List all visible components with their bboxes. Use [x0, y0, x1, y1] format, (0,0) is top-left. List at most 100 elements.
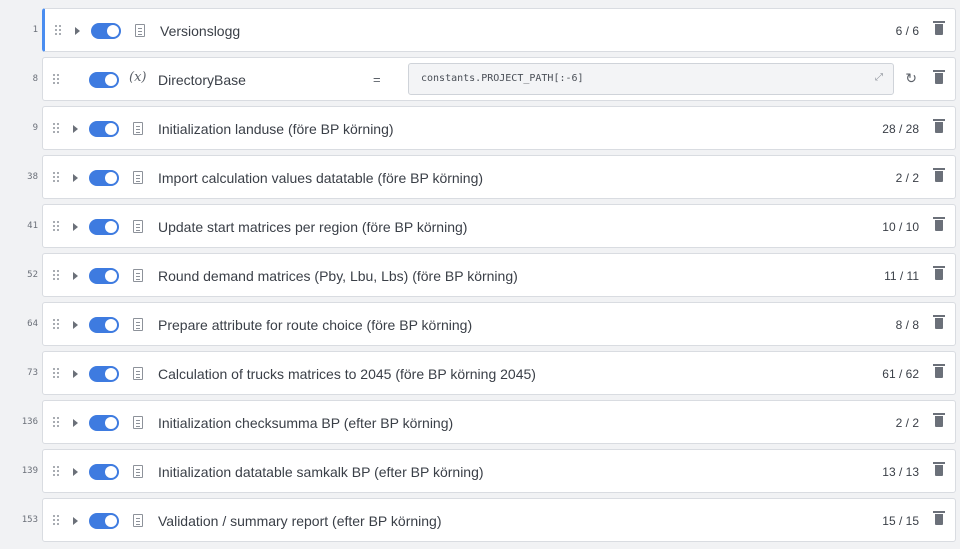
enable-toggle[interactable] — [89, 366, 119, 382]
caret-right-icon[interactable] — [73, 517, 78, 525]
step-count: 28 / 28 — [882, 122, 919, 136]
list-row: 38 Import calculation values datatable (f… — [0, 155, 960, 204]
enable-toggle[interactable] — [89, 513, 119, 529]
enable-toggle[interactable] — [89, 72, 119, 88]
line-number: 9 — [32, 123, 38, 133]
step-count: 13 / 13 — [882, 465, 919, 479]
step-card[interactable]: Initialization datatable samkalk BP (eft… — [42, 449, 956, 493]
enable-toggle[interactable] — [89, 170, 119, 186]
drag-handle-icon[interactable] — [53, 172, 61, 184]
step-title[interactable]: Initialization landuse (före BP körning) — [158, 107, 394, 151]
document-icon — [133, 367, 143, 380]
trash-icon[interactable] — [933, 119, 945, 133]
caret-right-icon[interactable] — [73, 272, 78, 280]
equals-sign: = — [373, 72, 381, 87]
variable-x-icon: (x) — [129, 70, 147, 85]
step-card[interactable]: (x) DirectoryBase = constants.PROJECT_PATH[… — [42, 57, 956, 101]
document-icon — [133, 416, 143, 429]
document-icon — [133, 465, 143, 478]
trash-icon[interactable] — [933, 266, 945, 280]
drag-handle-icon[interactable] — [53, 466, 61, 478]
trash-icon[interactable] — [933, 70, 945, 84]
step-title[interactable]: Calculation of trucks matrices to 2045 (… — [158, 352, 536, 396]
refresh-icon[interactable]: ↻ — [905, 70, 917, 87]
drag-handle-icon[interactable] — [53, 368, 61, 380]
step-title[interactable]: Update start matrices per region (före B… — [158, 205, 467, 249]
trash-icon[interactable] — [933, 462, 945, 476]
step-count: 10 / 10 — [882, 220, 919, 234]
drag-handle-icon[interactable] — [53, 74, 61, 86]
line-number: 153 — [21, 515, 38, 525]
line-number: 73 — [27, 368, 38, 378]
list-row: 73 Calculation of trucks matrices to 2045… — [0, 351, 960, 400]
step-card[interactable]: Versionslogg 6 / 6 — [42, 8, 956, 52]
line-number: 64 — [27, 319, 38, 329]
line-number: 139 — [21, 466, 38, 476]
trash-icon[interactable] — [933, 315, 945, 329]
list-row: 153 Validation / summary report (efter BP… — [0, 498, 960, 547]
step-card[interactable]: Initialization landuse (före BP körning)… — [42, 106, 956, 150]
caret-right-icon[interactable] — [73, 174, 78, 182]
enable-toggle[interactable] — [89, 415, 119, 431]
enable-toggle[interactable] — [89, 121, 119, 137]
expression-field[interactable]: constants.PROJECT_PATH[:-6] ⤢ — [408, 63, 894, 95]
step-card[interactable]: Round demand matrices (Pby, Lbu, Lbs) (f… — [42, 253, 956, 297]
step-title[interactable]: Prepare attribute for route choice (före… — [158, 303, 472, 347]
trash-icon[interactable] — [933, 413, 945, 427]
step-title[interactable]: Initialization checksumma BP (efter BP k… — [158, 401, 453, 445]
line-number: 8 — [32, 74, 38, 84]
drag-handle-icon[interactable] — [53, 515, 61, 527]
caret-right-icon[interactable] — [73, 125, 78, 133]
step-card[interactable]: Initialization checksumma BP (efter BP k… — [42, 400, 956, 444]
step-card[interactable]: Update start matrices per region (före B… — [42, 204, 956, 248]
step-title[interactable]: Round demand matrices (Pby, Lbu, Lbs) (f… — [158, 254, 518, 298]
trash-icon[interactable] — [933, 511, 945, 525]
step-card[interactable]: Calculation of trucks matrices to 2045 (… — [42, 351, 956, 395]
drag-handle-icon[interactable] — [53, 319, 61, 331]
step-card[interactable]: Import calculation values datatable (för… — [42, 155, 956, 199]
expand-icon[interactable]: ⤢ — [875, 72, 883, 83]
drag-handle-icon[interactable] — [53, 270, 61, 282]
step-card[interactable]: Validation / summary report (efter BP kö… — [42, 498, 956, 542]
document-icon — [133, 171, 143, 184]
trash-icon[interactable] — [933, 364, 945, 378]
caret-right-icon[interactable] — [73, 419, 78, 427]
drag-handle-icon[interactable] — [55, 25, 63, 37]
line-number: 52 — [27, 270, 38, 280]
caret-right-icon[interactable] — [73, 468, 78, 476]
trash-icon[interactable] — [933, 168, 945, 182]
line-number: 38 — [27, 172, 38, 182]
enable-toggle[interactable] — [89, 268, 119, 284]
step-card[interactable]: Prepare attribute for route choice (före… — [42, 302, 956, 346]
enable-toggle[interactable] — [91, 23, 121, 39]
step-title[interactable]: Initialization datatable samkalk BP (eft… — [158, 450, 484, 494]
caret-right-icon[interactable] — [73, 321, 78, 329]
line-number: 1 — [32, 25, 38, 35]
enable-toggle[interactable] — [89, 219, 119, 235]
step-count: 15 / 15 — [882, 514, 919, 528]
document-icon — [133, 318, 143, 331]
enable-toggle[interactable] — [89, 464, 119, 480]
step-count: 2 / 2 — [895, 416, 919, 430]
step-title[interactable]: DirectoryBase — [158, 58, 246, 102]
step-title[interactable]: Validation / summary report (efter BP kö… — [158, 499, 442, 543]
caret-right-icon[interactable] — [75, 27, 80, 35]
step-title[interactable]: Import calculation values datatable (för… — [158, 156, 483, 200]
caret-right-icon[interactable] — [73, 370, 78, 378]
drag-handle-icon[interactable] — [53, 221, 61, 233]
drag-handle-icon[interactable] — [53, 417, 61, 429]
list-row: 41 Update start matrices per region (före… — [0, 204, 960, 253]
caret-right-icon[interactable] — [73, 223, 78, 231]
list-row: 1 Versionslogg 6 / 6 — [0, 8, 960, 57]
trash-icon[interactable] — [933, 217, 945, 231]
drag-handle-icon[interactable] — [53, 123, 61, 135]
step-title[interactable]: Versionslogg — [160, 9, 240, 53]
list-row: 9 Initialization landuse (före BP körning… — [0, 106, 960, 155]
document-icon — [133, 220, 143, 233]
list-row: 52 Round demand matrices (Pby, Lbu, Lbs) … — [0, 253, 960, 302]
line-number: 41 — [27, 221, 38, 231]
list-row: 8 (x) DirectoryBase = constants.PROJECT_PATH… — [0, 57, 960, 106]
line-number: 136 — [21, 417, 38, 427]
enable-toggle[interactable] — [89, 317, 119, 333]
trash-icon[interactable] — [933, 21, 945, 35]
